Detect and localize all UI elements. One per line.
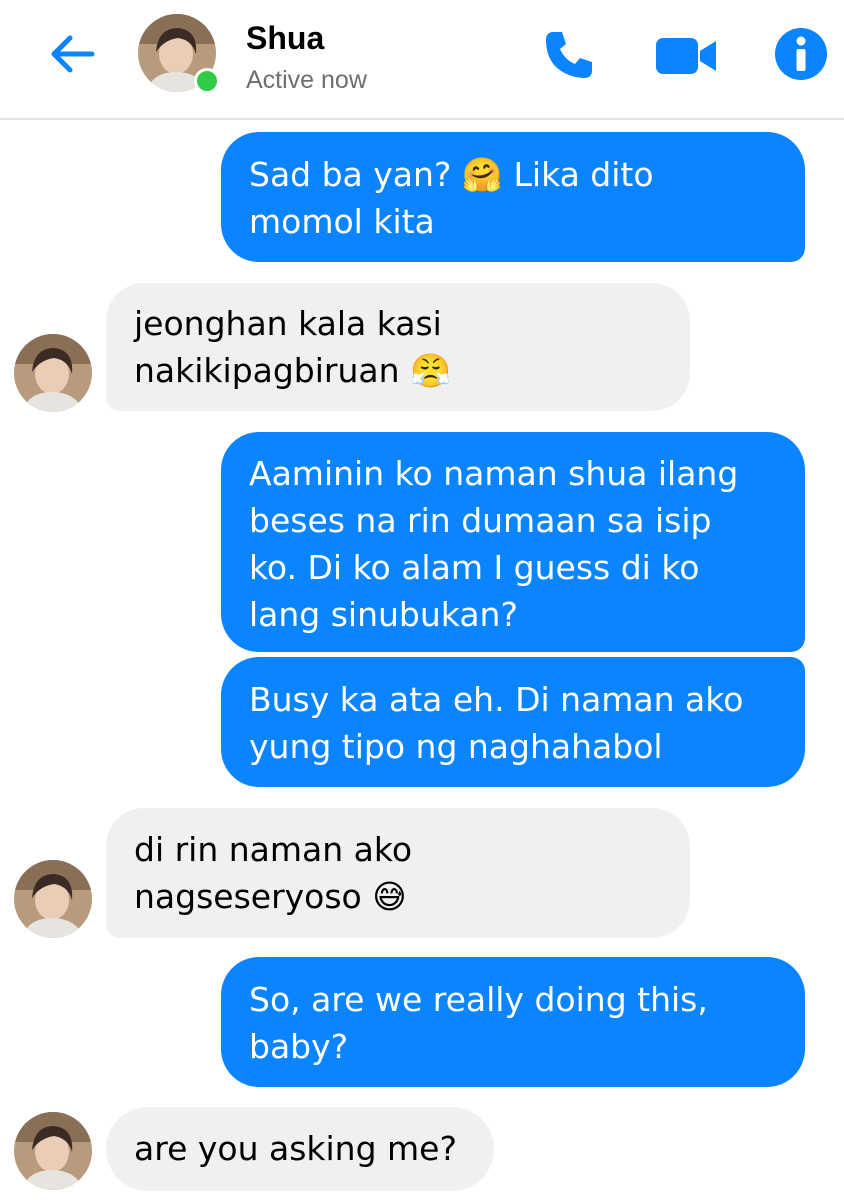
info-button[interactable] — [774, 27, 828, 81]
message-line: Sad ba yan? 🤗 Lika dito — [249, 155, 654, 194]
message-line: yung tipo ng naghahabol — [249, 727, 663, 766]
received-message[interactable]: di rin naman ako nagseseryoso 😅 — [106, 808, 690, 938]
phone-icon — [546, 32, 592, 78]
avatar-photo — [14, 334, 92, 412]
message-line: di rin naman ako — [134, 830, 413, 869]
message-line: jeonghan kala kasi — [134, 304, 442, 343]
online-indicator — [194, 68, 220, 94]
message-line: Busy ka ata eh. Di naman ako — [249, 680, 744, 719]
received-message[interactable]: jeonghan kala kasi nakikipagbiruan 😤 — [106, 283, 690, 411]
sender-avatar[interactable] — [14, 1112, 92, 1190]
video-camera-icon — [656, 38, 716, 74]
message-line: lang sinubukan? — [249, 595, 518, 634]
message-line: ko. Di ko alam I guess di ko — [249, 548, 700, 587]
message-line: momol kita — [249, 202, 435, 241]
avatar-photo — [14, 1112, 92, 1190]
message-line: nakikipagbiruan 😤 — [134, 351, 452, 390]
sent-message[interactable]: Busy ka ata eh. Di naman ako yung tipo n… — [221, 657, 805, 787]
chat-header: Shua Active now — [0, 0, 844, 120]
sender-avatar[interactable] — [14, 860, 92, 938]
sender-avatar[interactable] — [14, 334, 92, 412]
message-line: baby? — [249, 1027, 349, 1066]
message-line: are you asking me? — [134, 1129, 457, 1168]
avatar-photo — [14, 860, 92, 938]
message-line: Aaminin ko naman shua ilang — [249, 454, 739, 493]
active-status: Active now — [246, 66, 367, 94]
info-icon — [775, 28, 827, 80]
video-call-button[interactable] — [654, 32, 718, 80]
message-line: nagseseryoso 😅 — [134, 877, 407, 916]
sent-message[interactable]: Aaminin ko naman shua ilang beses na rin… — [221, 432, 805, 652]
voice-call-button[interactable] — [540, 26, 598, 84]
message-line: So, are we really doing this, — [249, 980, 708, 1019]
contact-name[interactable]: Shua — [246, 18, 324, 58]
sent-message[interactable]: So, are we really doing this, baby? — [221, 957, 805, 1087]
sent-message[interactable]: Sad ba yan? 🤗 Lika dito momol kita — [221, 132, 805, 262]
arrow-left-icon — [51, 35, 95, 73]
back-button[interactable] — [46, 28, 98, 80]
message-line: beses na rin dumaan sa isip — [249, 501, 712, 540]
received-message[interactable]: are you asking me? — [106, 1107, 494, 1191]
